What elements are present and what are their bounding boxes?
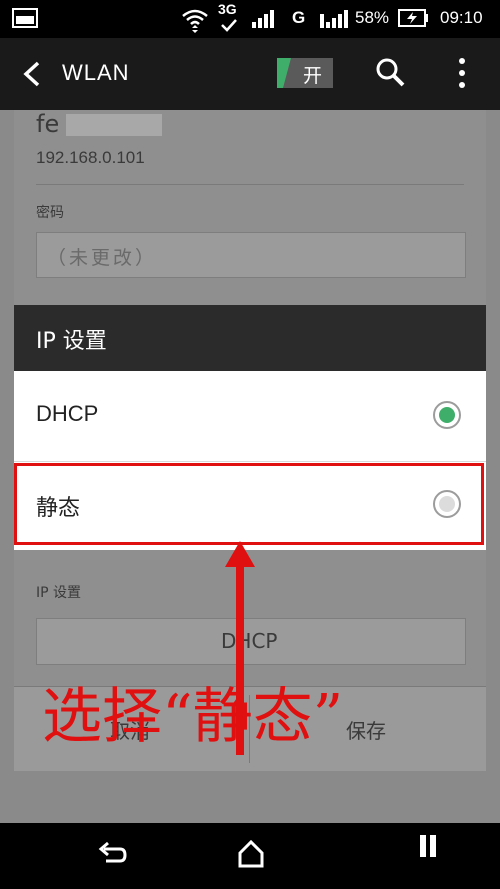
back-nav-icon[interactable] bbox=[96, 841, 128, 869]
ip-settings-value: DHCP bbox=[221, 629, 278, 653]
page-title: WLAN bbox=[62, 60, 130, 85]
password-label: 密码 bbox=[36, 205, 64, 221]
option-dhcp-label: DHCP bbox=[36, 401, 99, 426]
dialog-header: IP 设置 bbox=[14, 305, 486, 371]
blurred-name-block bbox=[66, 114, 162, 136]
home-nav-icon[interactable] bbox=[236, 839, 266, 869]
clock: 09:10 bbox=[440, 8, 483, 27]
ip-address: 192.168.0.101 bbox=[36, 148, 145, 167]
radio-dhcp[interactable] bbox=[433, 401, 461, 429]
image-notification-icon bbox=[12, 8, 38, 28]
signal-icon bbox=[252, 10, 274, 28]
radio-selected-dot bbox=[439, 407, 455, 423]
carrier-g-label: G bbox=[292, 8, 306, 27]
wifi-icon bbox=[182, 9, 208, 33]
annotation-text: 选择“静态” bbox=[42, 682, 344, 752]
battery-percent: 58% bbox=[355, 8, 390, 27]
highlight-box bbox=[14, 463, 484, 545]
check-icon bbox=[221, 19, 237, 32]
search-icon[interactable] bbox=[374, 56, 406, 88]
more-icon[interactable] bbox=[455, 56, 469, 90]
divider bbox=[36, 184, 464, 185]
signal-2-icon bbox=[320, 10, 348, 28]
toggle-stripe-icon bbox=[277, 58, 291, 88]
wlan-toggle[interactable]: 开 bbox=[277, 58, 333, 88]
option-dhcp[interactable]: DHCP bbox=[14, 371, 486, 461]
recent-apps-icon[interactable] bbox=[418, 833, 438, 859]
battery-charging-icon bbox=[398, 9, 428, 27]
password-placeholder: （未更改） bbox=[47, 247, 158, 269]
status-bar: 3G G 58% 09:10 bbox=[0, 0, 500, 38]
wlan-toggle-label: 开 bbox=[303, 65, 323, 87]
save-label: 保存 bbox=[346, 719, 386, 743]
nav-bar bbox=[0, 823, 500, 889]
network-type-label: 3G bbox=[218, 1, 237, 17]
action-bar: WLAN 开 bbox=[0, 38, 500, 110]
ip-settings-label: IP 设置 bbox=[36, 585, 82, 601]
back-icon[interactable] bbox=[20, 60, 42, 88]
network-name: fe bbox=[36, 110, 60, 138]
password-input[interactable]: （未更改） bbox=[36, 232, 466, 278]
dialog-title: IP 设置 bbox=[36, 329, 107, 354]
ip-settings-select[interactable]: DHCP bbox=[36, 618, 466, 665]
